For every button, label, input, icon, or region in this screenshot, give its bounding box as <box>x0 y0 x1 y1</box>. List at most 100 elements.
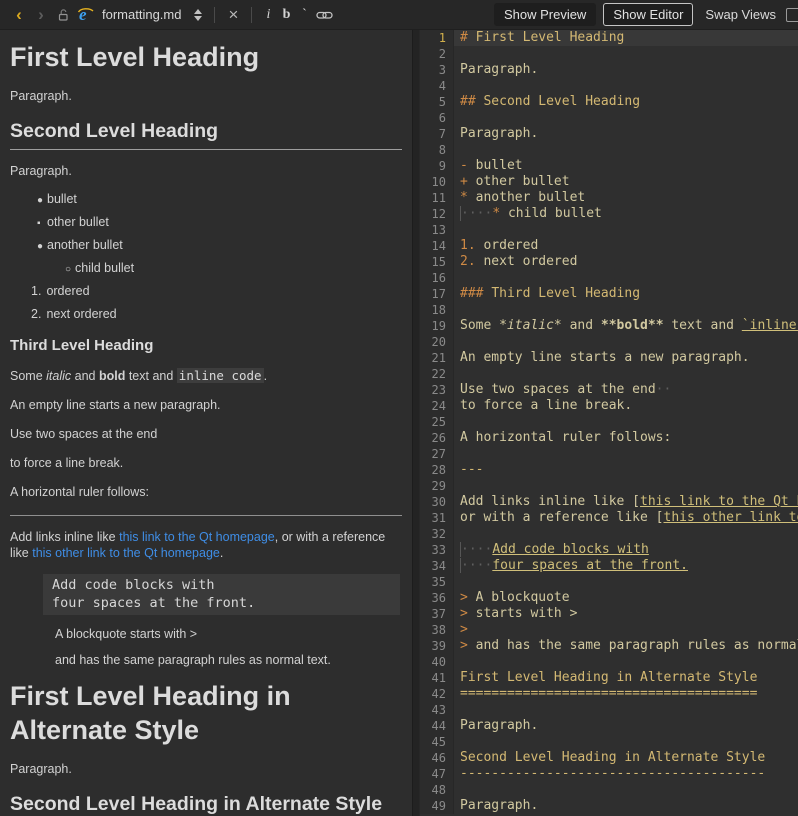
editor-line-content[interactable]: ====================================== <box>454 686 798 702</box>
editor-line-content[interactable]: to force a line break. <box>454 398 798 414</box>
markdown-preview-pane[interactable]: First Level HeadingParagraph.Second Leve… <box>0 30 412 816</box>
line-number[interactable]: 9 <box>420 158 454 174</box>
line-number[interactable]: 20 <box>420 334 454 350</box>
line-number[interactable]: 26 <box>420 430 454 446</box>
editor-line[interactable]: 27 <box>420 446 798 462</box>
editor-line[interactable]: 36> A blockquote <box>420 590 798 606</box>
line-number[interactable]: 14 <box>420 238 454 254</box>
hyperlink[interactable]: this link to the Qt homepage <box>119 530 275 544</box>
editor-line[interactable]: 34····four spaces at the front. <box>420 558 798 574</box>
line-number[interactable]: 16 <box>420 270 454 286</box>
editor-line-content[interactable]: Use two spaces at the end·· <box>454 382 798 398</box>
line-number[interactable]: 19 <box>420 318 454 334</box>
editor-line[interactable]: 1# First Level Heading <box>420 30 798 46</box>
editor-line[interactable]: 42====================================== <box>420 686 798 702</box>
line-number[interactable]: 33 <box>420 542 454 558</box>
editor-line[interactable]: 28--- <box>420 462 798 478</box>
editor-line[interactable]: 44Paragraph. <box>420 718 798 734</box>
editor-line-content[interactable]: ····Add code blocks with <box>454 542 798 558</box>
line-number[interactable]: 27 <box>420 446 454 462</box>
unlock-icon[interactable] <box>52 4 74 26</box>
editor-line[interactable]: 20 <box>420 334 798 350</box>
line-number[interactable]: 35 <box>420 574 454 590</box>
editor-line[interactable]: 11* another bullet <box>420 190 798 206</box>
line-number[interactable]: 45 <box>420 734 454 750</box>
editor-line-content[interactable]: > starts with > <box>454 606 798 622</box>
hyperlink[interactable]: this other link to the Qt homepage <box>32 546 220 560</box>
editor-line-content[interactable]: - bullet <box>454 158 798 174</box>
editor-line-content[interactable]: > <box>454 622 798 638</box>
editor-line[interactable]: 17### Third Level Heading <box>420 286 798 302</box>
editor-line-content[interactable]: A horizontal ruler follows: <box>454 430 798 446</box>
line-number[interactable]: 8 <box>420 142 454 158</box>
editor-line[interactable]: 30Add links inline like [this link to th… <box>420 494 798 510</box>
editor-line[interactable]: 9- bullet <box>420 158 798 174</box>
editor-line-content[interactable]: 2. next ordered <box>454 254 798 270</box>
line-number[interactable]: 40 <box>420 654 454 670</box>
line-number[interactable]: 48 <box>420 782 454 798</box>
editor-line[interactable]: 26A horizontal ruler follows: <box>420 430 798 446</box>
line-number[interactable]: 32 <box>420 526 454 542</box>
editor-line-content[interactable] <box>454 734 798 750</box>
editor-line-content[interactable] <box>454 366 798 382</box>
editor-line[interactable]: 33····Add code blocks with <box>420 542 798 558</box>
line-number[interactable]: 7 <box>420 126 454 142</box>
editor-line-content[interactable]: ## Second Level Heading <box>454 94 798 110</box>
editor-line-content[interactable] <box>454 110 798 126</box>
editor-line-content[interactable]: or with a reference like [this other lin… <box>454 510 798 526</box>
editor-line-content[interactable] <box>454 702 798 718</box>
line-number[interactable]: 21 <box>420 350 454 366</box>
editor-line[interactable]: 31or with a reference like [this other l… <box>420 510 798 526</box>
editor-line[interactable]: 12····* child bullet <box>420 206 798 222</box>
editor-line[interactable]: 3Paragraph. <box>420 62 798 78</box>
editor-line[interactable]: 13 <box>420 222 798 238</box>
line-number[interactable]: 31 <box>420 510 454 526</box>
editor-line[interactable]: 46Second Level Heading in Alternate Styl… <box>420 750 798 766</box>
editor-line-content[interactable]: Some *italic* and **bold** text and `inl… <box>454 318 798 334</box>
pane-splitter[interactable] <box>412 30 420 816</box>
editor-line-content[interactable] <box>454 142 798 158</box>
line-number[interactable]: 10 <box>420 174 454 190</box>
line-number[interactable]: 5 <box>420 94 454 110</box>
editor-line[interactable]: 7Paragraph. <box>420 126 798 142</box>
editor-line-content[interactable] <box>454 46 798 62</box>
editor-line[interactable]: 45 <box>420 734 798 750</box>
editor-line[interactable]: 16 <box>420 270 798 286</box>
editor-line-content[interactable] <box>454 78 798 94</box>
editor-line-content[interactable]: * another bullet <box>454 190 798 206</box>
italic-button[interactable]: i <box>259 7 277 23</box>
bold-button[interactable]: b <box>277 7 295 23</box>
document-title[interactable]: formatting.md <box>102 7 181 22</box>
line-number[interactable]: 28 <box>420 462 454 478</box>
line-number[interactable]: 42 <box>420 686 454 702</box>
link-icon[interactable] <box>313 4 335 26</box>
editor-line[interactable]: 43 <box>420 702 798 718</box>
line-number[interactable]: 15 <box>420 254 454 270</box>
editor-line[interactable]: 8 <box>420 142 798 158</box>
editor-line-content[interactable] <box>454 446 798 462</box>
close-document-icon[interactable]: × <box>222 4 244 26</box>
editor-line[interactable]: 21An empty line starts a new paragraph. <box>420 350 798 366</box>
editor-line[interactable]: 18 <box>420 302 798 318</box>
line-number[interactable]: 37 <box>420 606 454 622</box>
editor-line-content[interactable] <box>454 782 798 798</box>
editor-line-content[interactable]: + other bullet <box>454 174 798 190</box>
editor-line[interactable]: 5## Second Level Heading <box>420 94 798 110</box>
editor-line[interactable]: 38> <box>420 622 798 638</box>
line-number[interactable]: 4 <box>420 78 454 94</box>
editor-line-content[interactable] <box>454 414 798 430</box>
editor-line[interactable]: 39> and has the same paragraph rules as … <box>420 638 798 654</box>
inline-code-button[interactable]: ` <box>295 7 313 23</box>
line-number[interactable]: 1 <box>420 30 454 46</box>
editor-line-content[interactable]: 1. ordered <box>454 238 798 254</box>
editor-line-content[interactable]: > A blockquote <box>454 590 798 606</box>
editor-line-content[interactable]: Second Level Heading in Alternate Style <box>454 750 798 766</box>
swap-views-button[interactable]: Swap Views <box>705 7 776 22</box>
markdown-source-editor[interactable]: 1# First Level Heading23Paragraph.45## S… <box>420 30 798 816</box>
editor-line-content[interactable] <box>454 574 798 590</box>
editor-line-content[interactable]: > and has the same paragraph rules as no… <box>454 638 798 654</box>
forward-icon[interactable]: › <box>30 4 52 26</box>
editor-line[interactable]: 47--------------------------------------… <box>420 766 798 782</box>
editor-line-content[interactable]: Paragraph. <box>454 798 798 814</box>
editor-line-content[interactable]: An empty line starts a new paragraph. <box>454 350 798 366</box>
